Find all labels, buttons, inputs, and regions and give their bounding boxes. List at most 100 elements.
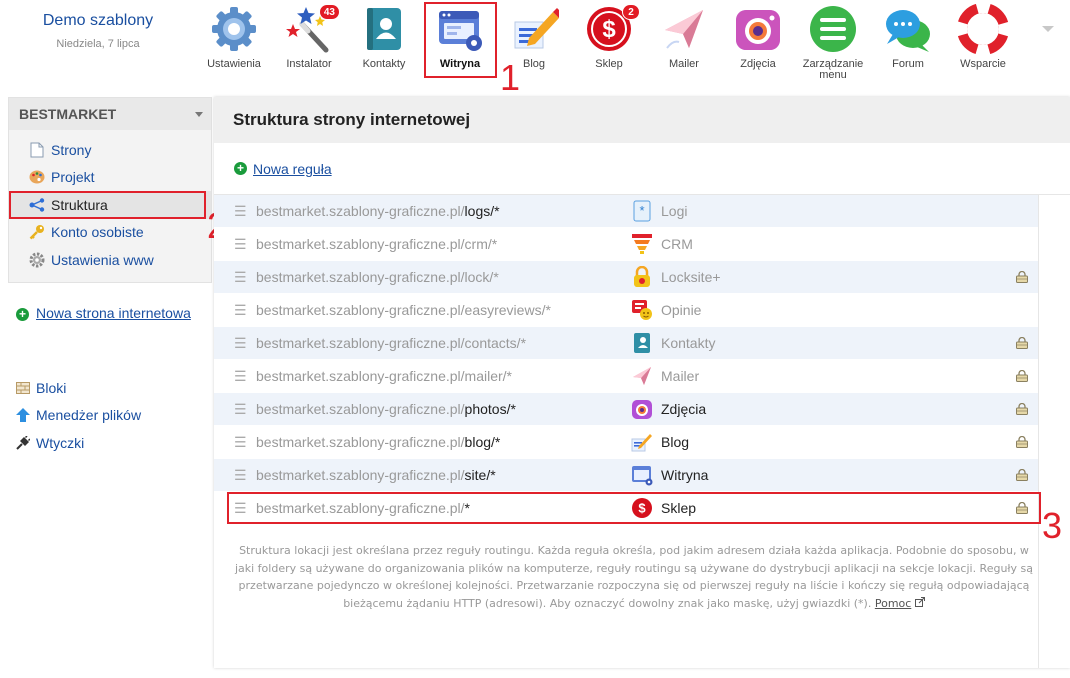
rule-url[interactable]: bestmarket.szablony-graficzne.pl/mailer/… — [256, 368, 630, 384]
plug-icon — [16, 435, 30, 450]
contacts-book-icon — [630, 331, 654, 355]
magic-wand-icon: 43 — [284, 4, 340, 54]
page-icon — [29, 142, 45, 158]
new-website-link[interactable]: + Nowa strona internetowa — [16, 306, 196, 321]
rule-url[interactable]: bestmarket.szablony-graficzne.pl/contact… — [256, 335, 630, 351]
more-apps-chevron-icon[interactable] — [1042, 26, 1054, 32]
sidebar-item-site-settings[interactable]: Ustawienia www — [9, 246, 211, 274]
routing-rule-row[interactable]: ☰ bestmarket.szablony-graficzne.pl/blog/… — [214, 426, 1038, 459]
drag-handle-icon[interactable]: ☰ — [214, 236, 256, 253]
sidebar-item-file-manager[interactable]: Menedżer plików — [16, 402, 141, 430]
drag-handle-icon[interactable]: ☰ — [214, 302, 256, 319]
padlock-icon — [630, 265, 654, 289]
rule-url[interactable]: bestmarket.szablony-graficzne.pl/easyrev… — [256, 302, 630, 318]
blocks-icon — [16, 381, 30, 395]
sidebar-item-label: Strony — [51, 141, 92, 158]
routing-rule-row[interactable]: ☰ bestmarket.szablony-graficzne.pl/logs/… — [214, 195, 1038, 228]
sidebar-item-pages[interactable]: Strony — [9, 136, 211, 164]
routing-rule-row[interactable]: ☰ bestmarket.szablony-graficzne.pl/site/… — [214, 459, 1038, 492]
new-rule-label: Nowa reguła — [253, 160, 332, 177]
camera-icon — [733, 4, 783, 54]
routing-rule-row[interactable]: ☰ bestmarket.szablony-graficzne.pl/maile… — [214, 360, 1038, 393]
svg-text:*: * — [639, 203, 644, 218]
app-support[interactable]: Wsparcie — [946, 0, 1020, 70]
brand: Demo szablony Niedziela, 7 lipca — [20, 12, 176, 50]
routing-rule-row[interactable]: ☰ bestmarket.szablony-graficzne.pl/conta… — [214, 327, 1038, 360]
app-label: Ustawienia — [207, 58, 261, 70]
rule-app-name: Kontakty — [661, 335, 716, 351]
drag-handle-icon[interactable]: ☰ — [214, 434, 256, 451]
sidebar-item-plugins[interactable]: Wtyczki — [16, 429, 141, 457]
rule-app-name: Locksite+ — [661, 269, 721, 285]
app-label: Sklep — [595, 58, 623, 70]
lock-icon — [1014, 435, 1030, 449]
app-installer[interactable]: 43 Instalator — [272, 0, 346, 70]
current-date: Niedziela, 7 lipca — [56, 38, 140, 50]
site-selector[interactable]: BESTMARKET — [9, 98, 211, 130]
app-settings[interactable]: Ustawienia — [197, 0, 271, 70]
app-label: Kontakty — [362, 58, 406, 70]
sidebar: BESTMARKET Strony Projekt Struktura Kont… — [8, 97, 212, 283]
sidebar-tool-label: Menedżer plików — [36, 407, 142, 424]
routing-rule-row[interactable]: ☰ bestmarket.szablony-graficzne.pl/lock/… — [214, 261, 1038, 294]
lock-icon — [1014, 336, 1030, 350]
rule-app-name: Opinie — [661, 302, 702, 318]
routing-rule-row[interactable]: ☰ bestmarket.szablony-graficzne.pl/crm/*… — [214, 228, 1038, 261]
app-shop[interactable]: $ 2 Sklep — [572, 0, 646, 70]
app-mailer[interactable]: Mailer — [647, 0, 721, 70]
rule-url[interactable]: bestmarket.szablony-graficzne.pl/logs/* — [256, 203, 630, 219]
rule-app-name: Logi — [661, 203, 688, 219]
logs-icon: * — [630, 199, 654, 223]
lock-icon — [1014, 270, 1030, 284]
lock-icon — [1014, 369, 1030, 383]
app-photos[interactable]: Zdjęcia — [721, 0, 795, 70]
rule-url[interactable]: bestmarket.szablony-graficzne.pl/blog/* — [256, 434, 630, 450]
drag-handle-icon[interactable]: ☰ — [214, 269, 256, 286]
app-label: Zdjęcia — [740, 58, 776, 70]
sidebar-item-blocks[interactable]: Bloki — [16, 374, 141, 402]
new-rule-link[interactable]: + Nowa reguła — [214, 143, 1070, 195]
routing-rule-row[interactable]: ☰ bestmarket.szablony-graficzne.pl/easyr… — [214, 294, 1038, 327]
sidebar-tool-label: Wtyczki — [36, 434, 85, 451]
sidebar-item-project[interactable]: Projekt — [9, 164, 211, 192]
app-label: Zarządzanie menu — [802, 58, 864, 81]
app-menu-management[interactable]: Zarządzanie menu — [796, 0, 870, 81]
drag-handle-icon[interactable]: ☰ — [214, 335, 256, 352]
paper-plane-icon — [659, 4, 709, 54]
rule-app-name: Mailer — [661, 368, 700, 384]
drag-handle-icon[interactable]: ☰ — [214, 203, 256, 220]
app-label: Wsparcie — [960, 58, 1006, 70]
shop-dollar-icon: $ 2 — [584, 4, 640, 54]
drag-handle-icon[interactable]: ☰ — [214, 401, 256, 418]
rule-url[interactable]: bestmarket.szablony-graficzne.pl/photos/… — [256, 401, 630, 417]
routing-help-text: Struktura lokacji jest określana przez r… — [234, 544, 1034, 610]
installer-badge: 43 — [318, 4, 340, 20]
rule-url[interactable]: bestmarket.szablony-graficzne.pl/site/* — [256, 467, 630, 483]
app-forum[interactable]: Forum — [871, 0, 945, 70]
main-panel: Struktura strony internetowej + Nowa reg… — [214, 97, 1070, 668]
app-label: Forum — [892, 58, 924, 70]
lock-icon — [1014, 402, 1030, 416]
app-label: Mailer — [669, 58, 699, 70]
help-link[interactable]: Pomoc — [875, 597, 911, 610]
blog-pencil-icon — [630, 430, 654, 454]
routing-rule-row[interactable]: ☰ bestmarket.szablony-graficzne.pl/photo… — [214, 393, 1038, 426]
lock-icon — [1014, 468, 1030, 482]
new-website-label: Nowa strona internetowa — [36, 305, 191, 321]
sidebar-item-label: Ustawienia www — [51, 251, 154, 268]
svg-text:$: $ — [602, 16, 616, 43]
chat-bubbles-icon — [883, 4, 933, 54]
sidebar-item-label: Projekt — [51, 169, 95, 186]
key-icon — [29, 224, 45, 240]
drag-handle-icon[interactable]: ☰ — [214, 467, 256, 484]
brand-name[interactable]: Demo szablony — [20, 12, 176, 30]
app-contacts[interactable]: Kontakty — [347, 0, 421, 70]
drag-handle-icon[interactable]: ☰ — [214, 368, 256, 385]
rule-url[interactable]: bestmarket.szablony-graficzne.pl/lock/* — [256, 269, 630, 285]
rule-url[interactable]: bestmarket.szablony-graficzne.pl/crm/* — [256, 236, 630, 252]
shop-badge: 2 — [622, 4, 640, 20]
annotation-number-1: 1 — [500, 57, 521, 98]
page-title: Struktura strony internetowej — [214, 97, 1070, 143]
gear-icon — [29, 252, 45, 268]
sidebar-item-account[interactable]: Konto osobiste — [9, 219, 211, 247]
